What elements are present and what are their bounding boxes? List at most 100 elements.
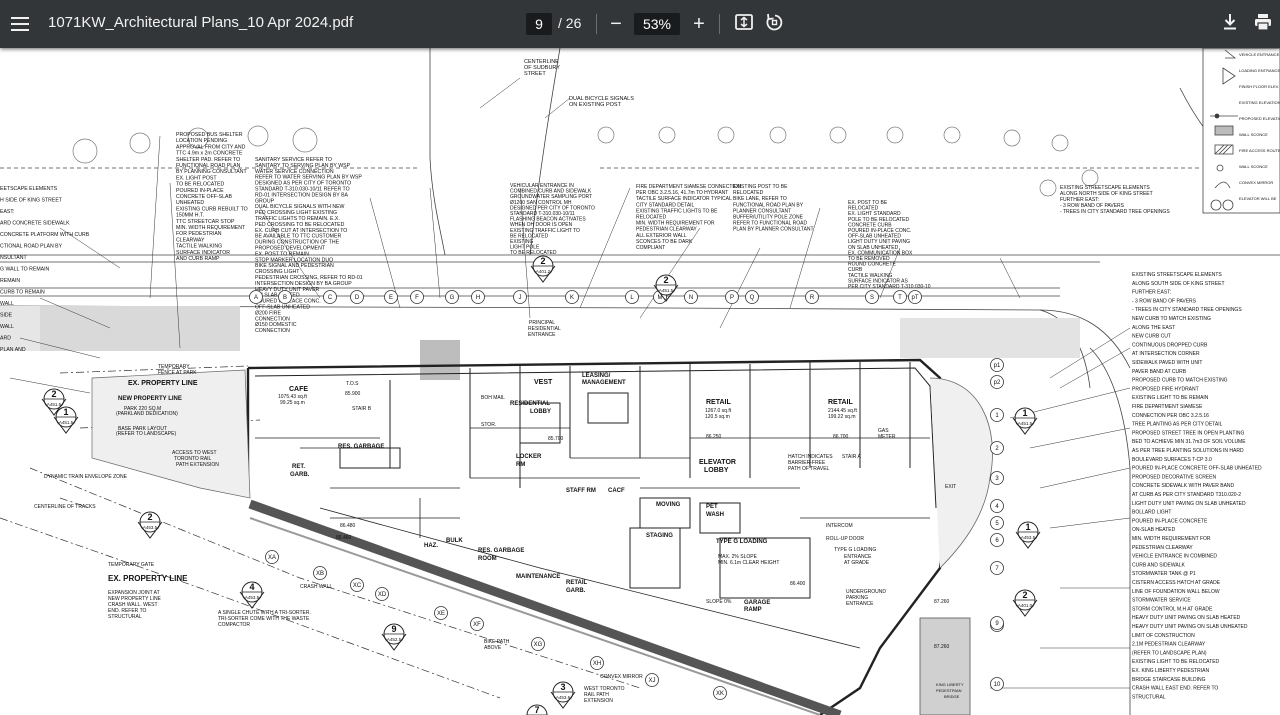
plan-note: VEST	[534, 379, 553, 386]
plan-note: ALONG SOUTH SIDE OF KING STREET	[1132, 281, 1225, 287]
plan-note: METER	[878, 434, 896, 440]
rotate-icon	[766, 13, 783, 31]
page-number-input[interactable]: 9	[526, 13, 552, 35]
plan-note: EX. KING LIBERTY PEDESTRIAN	[1132, 668, 1209, 674]
plan-note: BOH MAIL	[481, 395, 505, 401]
print-icon	[1255, 14, 1271, 31]
plan-note: REMAIN	[0, 278, 20, 284]
plan-note: N	[689, 295, 693, 301]
plan-note: STOR.	[481, 422, 496, 428]
page-total: / 26	[558, 15, 582, 31]
plan-note: EXISTING STREETSCAPE ELEMENTS	[1132, 272, 1222, 278]
plan-note: LINE OF FOUNDATION WALL BELOW	[1132, 589, 1220, 595]
plan-note: PROPOSED ELEVATION	[1239, 116, 1280, 121]
plan-note: EXISTING ELEVATION	[1239, 100, 1280, 105]
zoom-out-button[interactable]: −	[604, 12, 628, 36]
plan-note: A453.5	[143, 525, 158, 530]
zoom-in-button[interactable]: +	[687, 12, 711, 36]
download-button[interactable]	[1218, 12, 1242, 36]
sidewalk-band	[40, 306, 240, 351]
plan-note: CAFE	[289, 386, 308, 393]
pedestrian-bridge-stair	[919, 617, 971, 715]
plan-note: LEASING/	[582, 373, 611, 379]
plan-note: A453.5	[556, 695, 571, 700]
plan-note: RELOCATED	[636, 215, 667, 221]
plan-note: TTC 4.9m x 2m CONCRETE	[176, 151, 243, 157]
plan-note: 86.250	[706, 434, 722, 440]
document-title: 1071KW_Architectural Plans_10 Apr 2024.p…	[48, 14, 354, 31]
zoom-level-input[interactable]: 53%	[634, 13, 680, 35]
plan-note: EAST:	[0, 209, 14, 215]
plan-note: PLAN AND	[0, 347, 26, 353]
plan-note: WALL SCONCE	[1239, 164, 1268, 169]
plan-note: SIDE	[0, 313, 13, 319]
menu-icon[interactable]	[8, 12, 32, 36]
plan-note: PEDESTRIAN	[936, 688, 962, 693]
plan-note: A401.2	[536, 269, 551, 274]
plan-note: TO BE RELOCATED	[176, 182, 224, 188]
plan-note: STREET	[524, 71, 546, 77]
plan-note: AT INTERSECTION CORNER	[1132, 351, 1200, 357]
plan-note: UNHEATED	[176, 200, 204, 206]
plan-note: pT	[911, 295, 918, 301]
plan-note: A452.5	[387, 637, 402, 642]
plan-note: 86.460	[336, 535, 352, 541]
plan-note: HAZ.	[424, 543, 438, 549]
plan-note: FIRE DEPARTMENT SIAMESE	[1132, 404, 1203, 410]
rotate-button[interactable]	[762, 12, 786, 36]
plan-note: 86.400	[790, 581, 806, 587]
plan-note: TEMPORARY GATE	[108, 562, 155, 568]
plan-note: PATH EXTENSION	[176, 462, 219, 468]
plan-note: 87.260	[934, 599, 950, 605]
plan-note: AT CURB AS PER CITY STANDARD T310.020-2	[1132, 492, 1241, 498]
plan-note: CONVEX MIRROR	[600, 674, 643, 680]
plan-note: WALL	[0, 301, 14, 307]
plan-note: Q	[750, 295, 755, 301]
plan-note: FUNCTIONAL ROAD PLAN BY	[733, 202, 804, 208]
plan-note: STORM CONTROL M.H AT GRADE	[1132, 606, 1213, 612]
print-button[interactable]	[1251, 12, 1275, 36]
plan-note: 2	[51, 389, 56, 399]
plan-note: TTC STREETCAR STOP	[176, 219, 235, 225]
plan-note: EETSCAPE ELEMENTS	[0, 186, 58, 192]
plan-note: p2	[994, 380, 1001, 386]
plan-note: ELEVATOR	[699, 459, 736, 466]
plan-note: H SIDE OF KING STREET	[0, 198, 63, 204]
plan-note: A451.5	[47, 402, 62, 407]
plan-note: RESIDENTIAL	[510, 401, 550, 407]
fit-to-page-button[interactable]	[732, 12, 756, 36]
plan-note: CURB AND SIDEWALK	[1132, 562, 1186, 568]
plan-note: EXISTING CURB REBUILT TO	[176, 206, 248, 212]
plan-note: PEDESTRIAN CLEARWAY	[1132, 545, 1193, 551]
plan-note: EXISTING POST TO BE	[733, 184, 788, 190]
plan-note: STAGING	[646, 533, 673, 539]
pdf-page-viewport[interactable]: CENTERLINE OF SUDBURY STREET DUAL BICYCLE S…	[0, 48, 1280, 715]
plan-note: EXTENSION	[584, 698, 613, 704]
plan-note: VEHICLE ENTRANCE	[1239, 52, 1280, 57]
plan-note: 2	[1022, 590, 1027, 600]
plan-note: SHELTER PAD. REFER TO	[176, 157, 240, 163]
plan-note: TACTILE SURFACE INDICATOR TYPICAL	[636, 196, 732, 202]
plan-note: CISTERN ACCESS HATCH AT GRADE	[1132, 580, 1221, 586]
plan-note: RES. GARBAGE	[478, 548, 524, 554]
plan-note: TO BE RELOCATED	[510, 250, 557, 256]
plan-note: EXIT	[945, 484, 956, 490]
plan-note: PLANNER CONSULTANT	[733, 208, 791, 214]
plan-note: COMPLIANT	[636, 245, 665, 251]
plan-note: F	[415, 295, 419, 301]
plan-note: CONNECTION PER OBC 3.2.5.16	[1132, 413, 1209, 419]
plan-note: K	[570, 295, 574, 301]
plan-note: FURTHER EAST:	[1132, 290, 1171, 296]
plan-note: CURB TO REMAIN	[0, 290, 45, 296]
pdf-toolbar: 1071KW_Architectural Plans_10 Apr 2024.p…	[0, 0, 1280, 48]
plan-note: ARD CONCRETE SIDEWALK	[0, 221, 70, 227]
plan-note: AS PER TREE PLANTING SOLUTIONS IN HARD	[1132, 448, 1244, 454]
plan-note: RES. GARBAGE	[338, 444, 384, 450]
architectural-site-plan: CENTERLINEOF SUDBURYSTREETDUAL BICYCLE S…	[0, 48, 1280, 715]
plan-note: STAIR A	[842, 454, 861, 460]
plan-note: GARB.	[566, 588, 586, 594]
plan-note: PROPOSED CURB TO MATCH EXISTING	[1132, 378, 1228, 384]
plan-note: CRASH WALL	[300, 584, 333, 590]
plan-note: MIN. 6.1m CLEAR HEIGHT	[718, 560, 779, 566]
plan-note: BUFFER/UTILITY POLE ZONE	[733, 215, 804, 221]
